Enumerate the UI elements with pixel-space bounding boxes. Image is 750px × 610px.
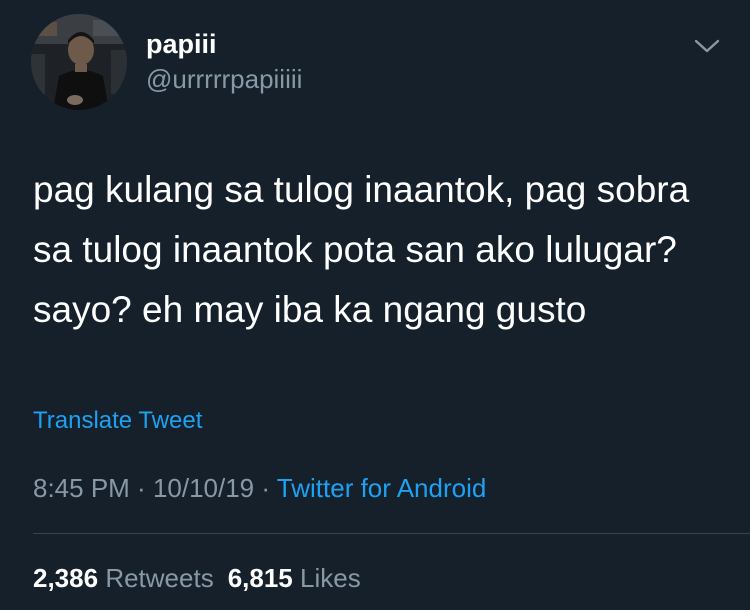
likes-label: Likes <box>300 563 361 593</box>
tweet-date: 10/10/19 <box>152 473 255 503</box>
tweet-stats: 2,386 Retweets 6,815 Likes <box>33 562 361 594</box>
tweet-source-link[interactable]: Twitter for Android <box>277 473 487 503</box>
meta-separator: · <box>254 473 277 503</box>
retweets-stat[interactable]: 2,386 Retweets <box>33 563 214 593</box>
meta-separator: · <box>129 473 153 503</box>
tweet-time: 8:45 PM <box>33 473 130 503</box>
likes-stat[interactable]: 6,815 Likes <box>228 563 361 593</box>
retweets-label: Retweets <box>105 563 214 593</box>
tweet-metadata: 8:45 PM · 10/10/19 · Twitter for Android <box>33 472 486 504</box>
divider <box>33 533 750 534</box>
avatar-photo <box>31 14 127 110</box>
retweets-count: 2,386 <box>33 563 99 593</box>
tweet-card: papiii @urrrrrpapiiiii pag kulang sa tul… <box>0 0 750 610</box>
author-handle[interactable]: @urrrrrpapiiiii <box>146 64 302 94</box>
avatar[interactable] <box>31 14 127 110</box>
tweet-text: pag kulang sa tulog inaantok, pag sobra … <box>33 169 690 330</box>
likes-count: 6,815 <box>227 563 293 593</box>
author-name[interactable]: papiii <box>146 28 217 60</box>
chevron-down-icon[interactable] <box>693 36 721 56</box>
translate-tweet-link[interactable]: Translate Tweet <box>33 406 202 436</box>
